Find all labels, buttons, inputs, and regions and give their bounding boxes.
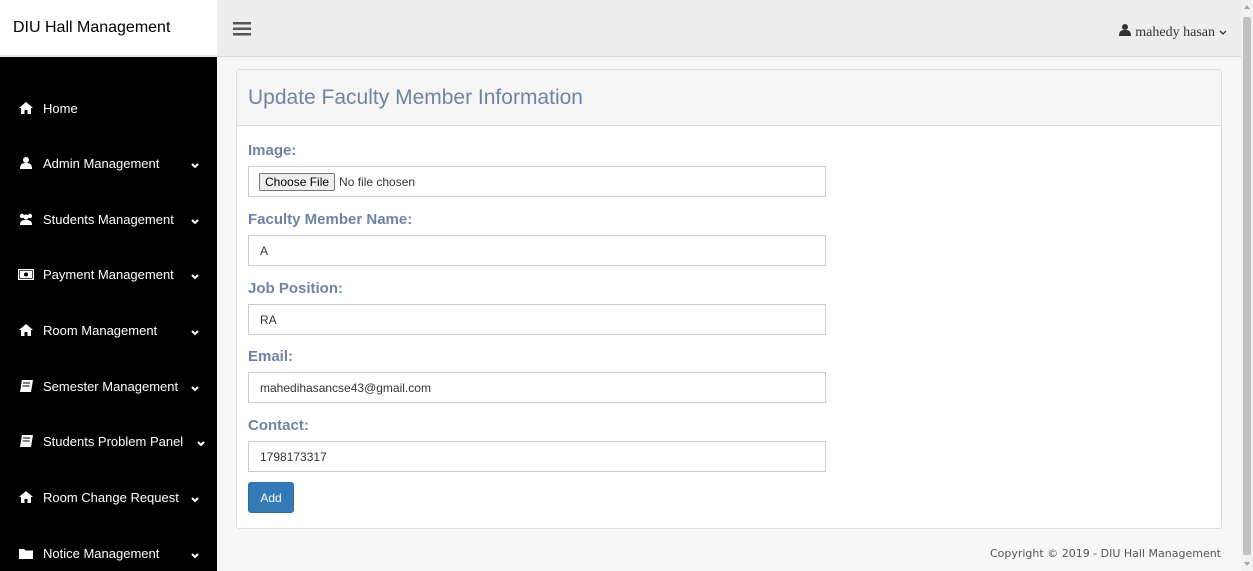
chevron-down-icon <box>1219 25 1231 41</box>
sidebar-item-students-management[interactable]: Students Management <box>0 199 217 239</box>
user-icon <box>17 157 35 169</box>
file-status-text: No file chosen <box>339 174 416 189</box>
app-root: DIU Hall Management Home Admin Managemen… <box>0 0 1253 571</box>
image-file-input[interactable]: Choose File No file chosen <box>248 166 826 197</box>
scroll-thumb[interactable] <box>1243 17 1251 555</box>
folder-icon <box>17 548 35 559</box>
email-label: Email: <box>248 348 294 365</box>
sidebar-item-admin-management[interactable]: Admin Management <box>0 143 217 183</box>
chevron-down-icon <box>191 491 199 506</box>
sidebar-item-notice-management[interactable]: Notice Management <box>0 533 217 571</box>
chevron-down-icon <box>197 435 205 450</box>
sidebar-item-label: Home <box>43 100 78 116</box>
sidebar-item-label: Room Change Request <box>43 489 179 505</box>
contact-label: Contact: <box>248 417 309 434</box>
scroll-up-icon[interactable] <box>1244 5 1250 9</box>
book-icon <box>17 380 35 392</box>
user-name: mahedy hasan <box>1135 24 1215 40</box>
sidebar-item-students-problem-panel[interactable]: Students Problem Panel <box>0 421 217 461</box>
sidebar-item-label: Notice Management <box>43 545 160 561</box>
book-icon <box>17 435 35 447</box>
faculty-name-field[interactable]: A <box>248 235 826 266</box>
job-position-label: Job Position: <box>248 280 343 297</box>
sidebar-item-label: Admin Management <box>43 155 160 171</box>
users-icon <box>17 213 35 225</box>
sidebar: DIU Hall Management Home Admin Managemen… <box>0 0 217 571</box>
scrollbar[interactable] <box>1241 0 1253 571</box>
page-title: Update Faculty Member Information <box>248 85 583 109</box>
home-icon <box>17 491 35 503</box>
chevron-down-icon <box>191 157 199 172</box>
copyright-footer: Copyright © 2019 - DIU Hall Management <box>989 547 1221 560</box>
sidebar-item-room-change-request[interactable]: Room Change Request <box>0 477 217 517</box>
job-position-field[interactable]: RA <box>248 304 826 335</box>
chevron-down-icon <box>191 324 199 339</box>
sidebar-item-room-management[interactable]: Room Management <box>0 310 217 350</box>
choose-file-button[interactable]: Choose File <box>259 172 336 191</box>
chevron-down-icon <box>191 268 199 283</box>
panel-heading: Update Faculty Member Information <box>237 70 1221 126</box>
brand[interactable]: DIU Hall Management <box>0 0 217 57</box>
sidebar-item-label: Semester Management <box>43 378 179 394</box>
faculty-name-label: Faculty Member Name: <box>248 211 413 228</box>
user-menu[interactable]: mahedy hasan <box>1119 24 1231 41</box>
sidebar-item-label: Payment Management <box>43 266 174 282</box>
home-icon <box>17 102 35 114</box>
sidebar-item-home[interactable]: Home <box>0 88 217 128</box>
hamburger-menu-icon[interactable] <box>233 22 251 41</box>
sidebar-item-label: Room Management <box>43 322 158 338</box>
image-label: Image: <box>248 142 297 159</box>
form-panel: Update Faculty Member Information Image:… <box>236 69 1222 529</box>
chevron-down-icon <box>191 213 199 228</box>
money-icon <box>17 268 35 280</box>
contact-field[interactable]: 1798173317 <box>248 441 826 472</box>
home-icon <box>17 324 35 336</box>
chevron-down-icon <box>191 547 199 562</box>
add-button[interactable]: Add <box>248 482 294 513</box>
email-field[interactable]: mahedihasancse43@gmail.com <box>248 372 826 403</box>
scroll-down-icon[interactable] <box>1244 562 1250 566</box>
user-icon <box>1119 24 1135 41</box>
sidebar-item-payment-management[interactable]: Payment Management <box>0 254 217 294</box>
sidebar-item-label: Students Problem Panel <box>43 433 184 449</box>
brand-title[interactable]: DIU Hall Management <box>13 18 171 37</box>
sidebar-item-semester-management[interactable]: Semester Management <box>0 366 217 406</box>
top-navbar: mahedy hasan <box>217 0 1241 57</box>
chevron-down-icon <box>191 380 199 395</box>
sidebar-item-label: Students Management <box>43 211 174 227</box>
